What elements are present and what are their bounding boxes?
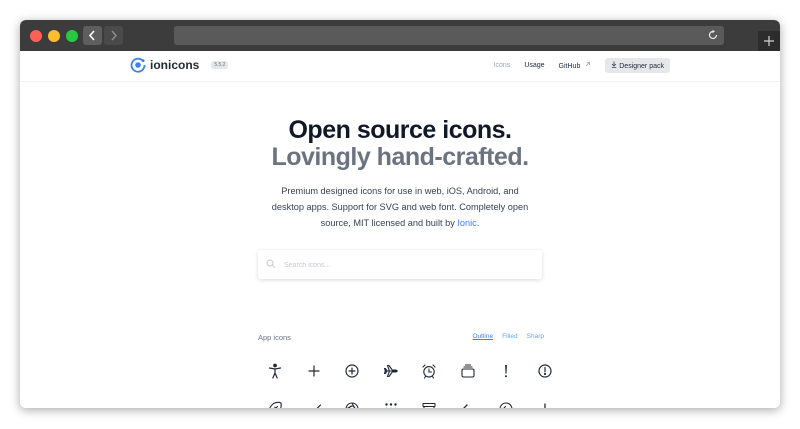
close-window-button[interactable]: [30, 30, 42, 42]
minimize-window-button[interactable]: [48, 30, 60, 42]
add-circle-icon[interactable]: [333, 363, 372, 379]
alarm-icon[interactable]: [410, 363, 449, 379]
aperture-icon[interactable]: [333, 401, 372, 408]
desc-line-3: source, MIT licensed and built by Ionic.: [250, 215, 550, 231]
analytics-icon[interactable]: [295, 401, 334, 408]
nav-link-github[interactable]: GitHub: [559, 61, 592, 70]
arrow-back-icon[interactable]: [449, 401, 488, 408]
nav-link-usage[interactable]: Usage: [524, 62, 544, 69]
add-icon[interactable]: [295, 363, 334, 379]
browser-window: ionicons 5.5.2 Icons Usage GitHub Design…: [20, 20, 780, 408]
github-label: GitHub: [558, 63, 581, 70]
desc-line-3-text: source, MIT licensed and built by: [320, 218, 458, 228]
tab-outline[interactable]: Outline: [472, 333, 493, 340]
archive-icon[interactable]: [410, 401, 449, 408]
airplane-icon[interactable]: [372, 363, 411, 379]
search-icon: [266, 259, 276, 269]
browser-titlebar: [20, 20, 780, 51]
icon-grid-row-2: [256, 401, 564, 408]
back-icon: [88, 30, 95, 41]
style-tabs: Outline Filled Sharp: [463, 333, 544, 340]
back-button[interactable]: [83, 26, 102, 45]
hero-title-line1: Open source icons.: [288, 116, 512, 144]
hero-title-line2: Lovingly hand-crafted.: [271, 143, 529, 171]
desc-line-3-end: .: [476, 218, 480, 228]
tab-filled[interactable]: Filled: [502, 333, 518, 340]
designer-pack-button[interactable]: Designer pack: [605, 58, 670, 73]
forward-icon: [111, 30, 118, 41]
tab-sharp[interactable]: Sharp: [527, 333, 544, 340]
icon-grid-row-1: [256, 363, 564, 379]
forward-button[interactable]: [104, 26, 123, 45]
ionic-link[interactable]: Ionic: [457, 218, 476, 228]
address-bar[interactable]: [174, 26, 724, 45]
zoom-window-button[interactable]: [66, 30, 78, 42]
external-link-icon: [586, 62, 591, 67]
page-content: ionicons 5.5.2 Icons Usage GitHub Design…: [20, 51, 780, 408]
desc-line-1: Premium designed icons for use in web, i…: [281, 186, 519, 196]
arrow-back-circle-icon[interactable]: [487, 401, 526, 408]
nav-links: Icons Usage GitHub Designer pack: [480, 58, 670, 73]
nav-link-icons[interactable]: Icons: [494, 62, 511, 69]
search-box: [258, 250, 542, 279]
alert-icon[interactable]: [487, 363, 526, 379]
desc-line-2: desktop apps. Support for SVG and web fo…: [271, 202, 529, 212]
new-tab-button[interactable]: [758, 31, 780, 51]
ionicons-logo-icon: [130, 57, 146, 73]
designer-pack-label: Designer pack: [619, 63, 664, 70]
accessibility-icon[interactable]: [256, 363, 295, 379]
alert-circle-icon[interactable]: [526, 363, 565, 379]
arrow-down-icon[interactable]: [526, 401, 565, 408]
search-input[interactable]: [282, 257, 526, 273]
albums-icon[interactable]: [449, 363, 488, 379]
ionicons-logo[interactable]: ionicons 5.5.2: [130, 57, 229, 73]
hero-description: Premium designed icons for use in web, i…: [250, 183, 550, 231]
new-tab-icon: [764, 36, 774, 46]
american-football-icon[interactable]: [256, 401, 295, 408]
top-navigation: ionicons 5.5.2 Icons Usage GitHub Design…: [20, 51, 780, 82]
apps-icon[interactable]: [372, 401, 411, 408]
section-title: App icons: [258, 333, 291, 342]
reload-icon[interactable]: [707, 29, 719, 41]
version-badge: 5.5.2: [211, 61, 229, 69]
download-icon: [612, 61, 617, 68]
brand-name: ionicons: [150, 58, 200, 72]
